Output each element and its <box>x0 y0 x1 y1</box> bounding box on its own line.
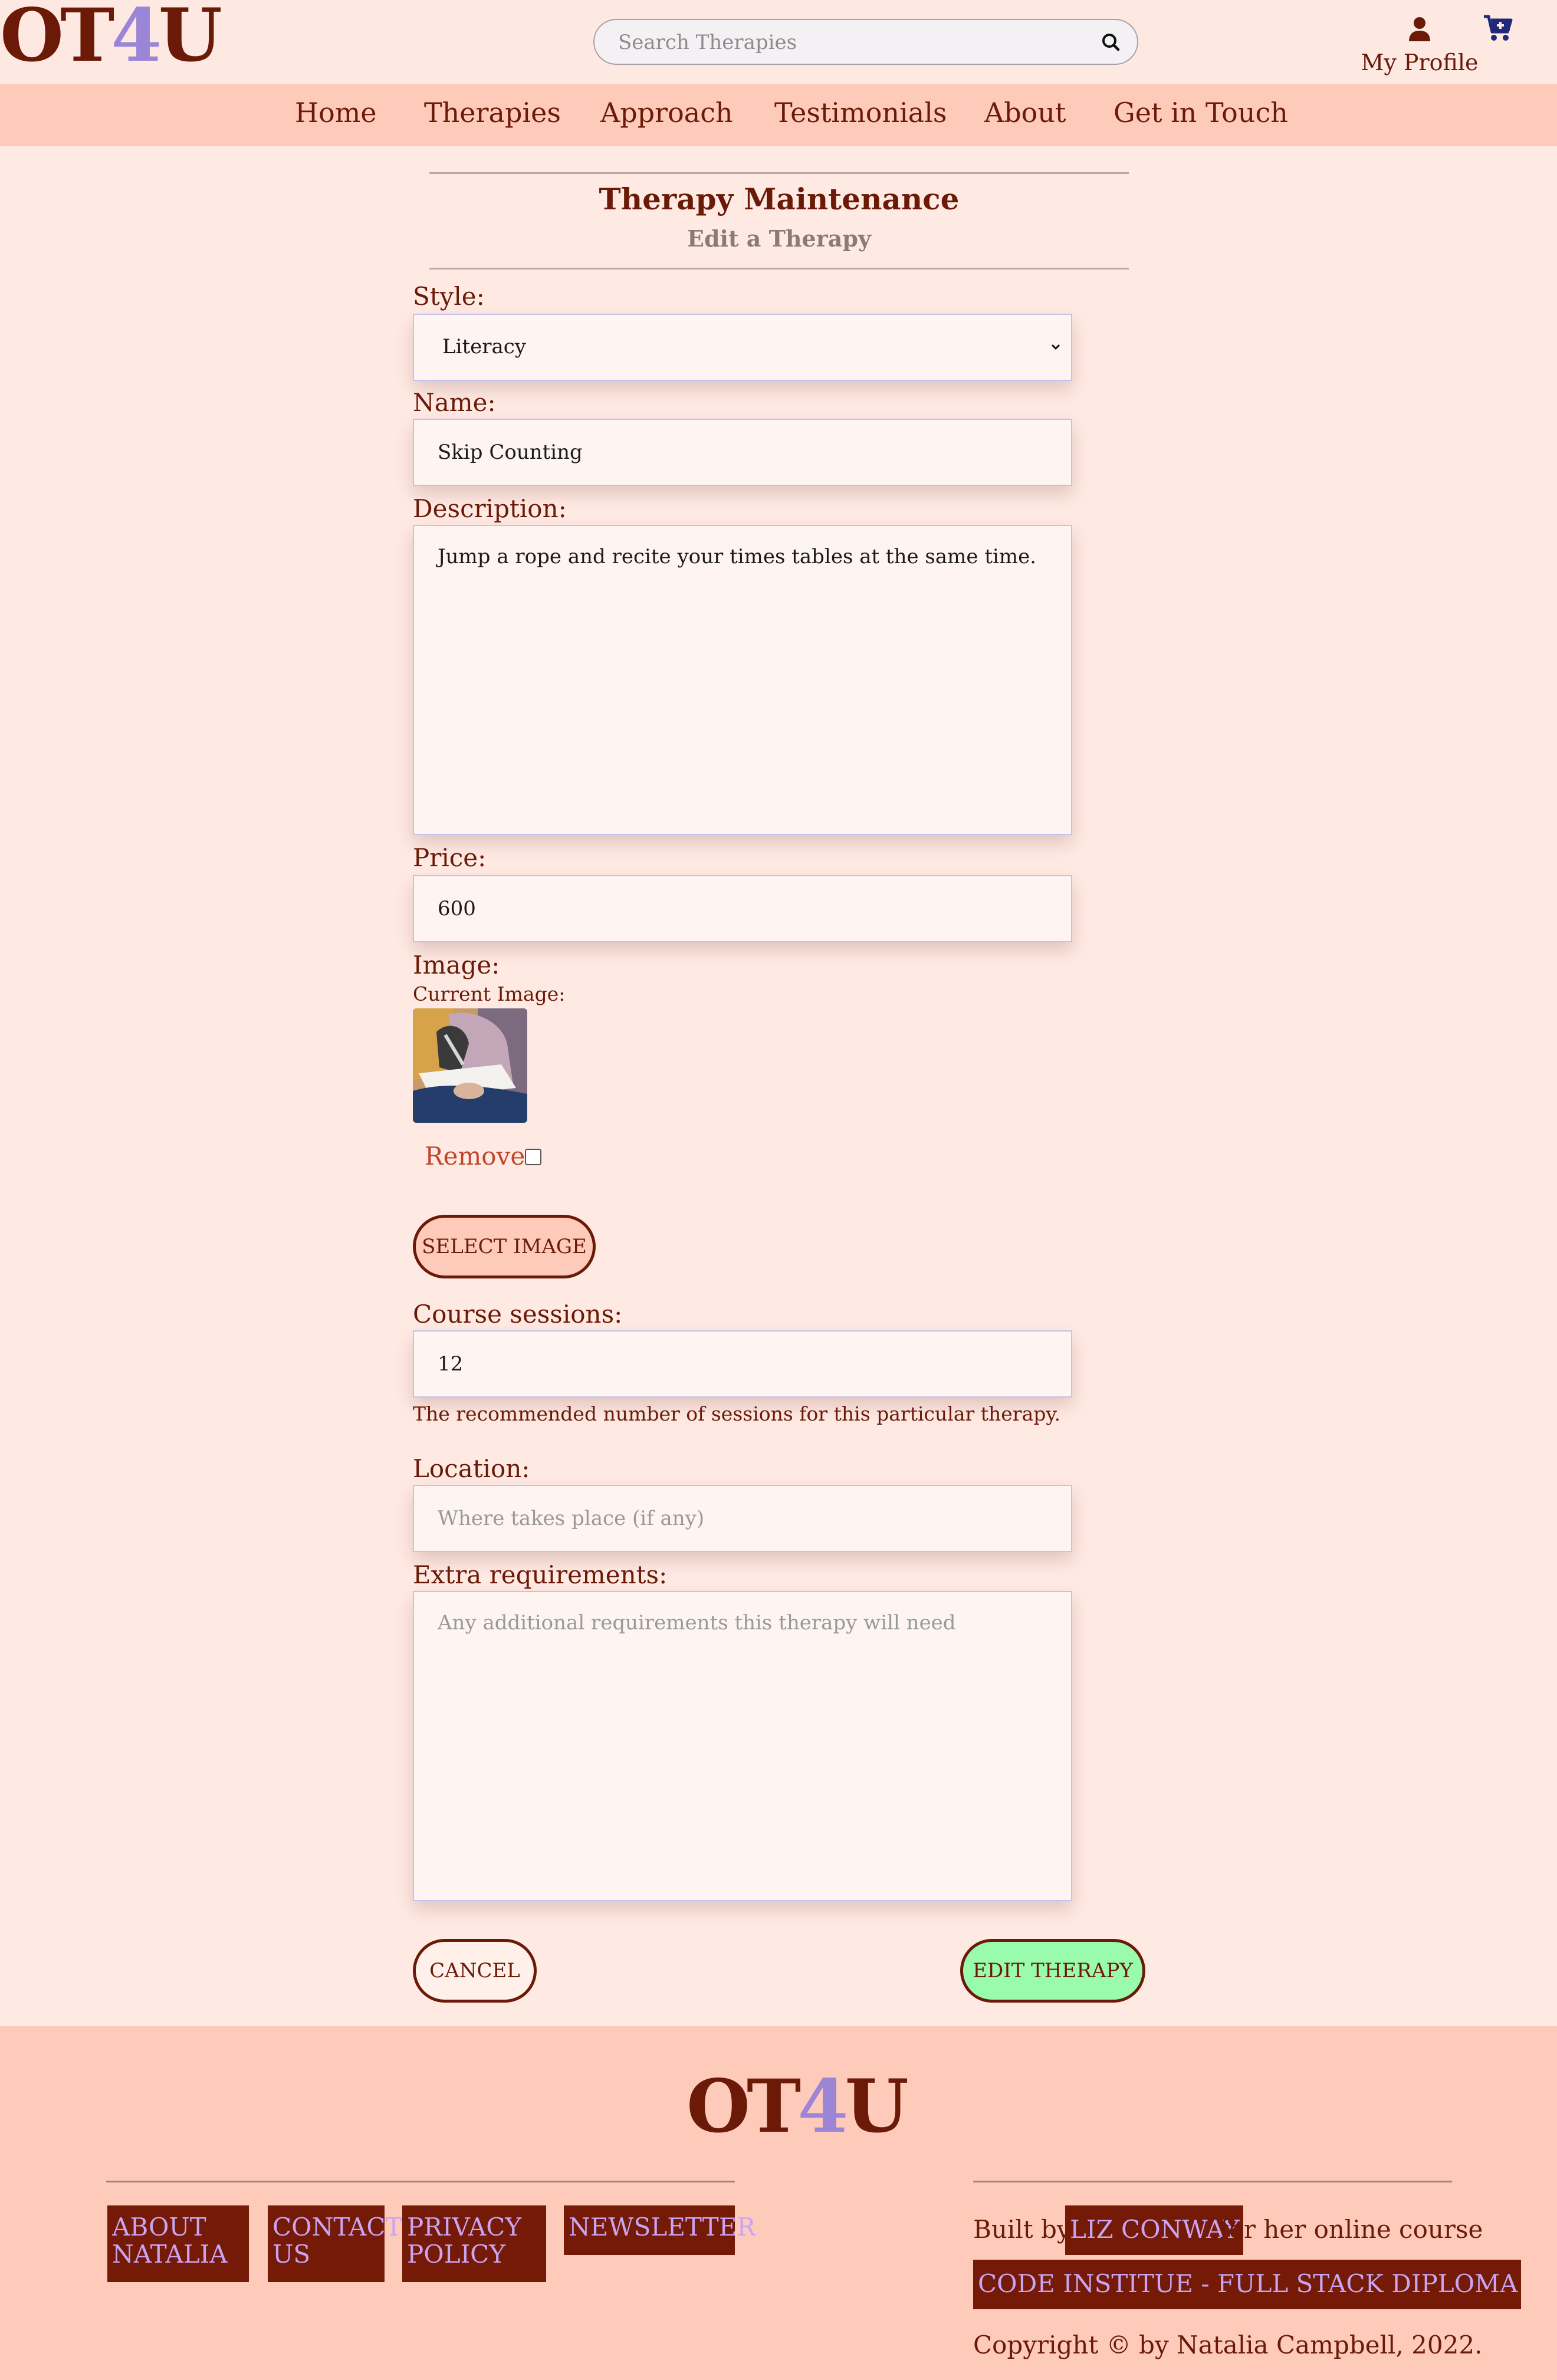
site-header: OT4U My Profile <box>0 0 1557 84</box>
page-title: Therapy Maintenance <box>599 182 960 216</box>
heading-divider-top <box>429 172 1129 174</box>
my-profile-button[interactable]: My Profile <box>1358 11 1482 81</box>
name-input[interactable] <box>414 420 1071 485</box>
footer-divider-right <box>973 2181 1452 2182</box>
style-label: Style: <box>413 282 485 311</box>
select-image-button[interactable]: SELECT IMAGE <box>413 1215 596 1278</box>
current-image-label: Current Image: <box>413 982 566 1005</box>
current-image-thumbnail[interactable] <box>413 1008 527 1123</box>
search-button[interactable] <box>1099 31 1123 54</box>
location-label: Location: <box>413 1454 530 1483</box>
logo-text-u: U <box>158 0 222 78</box>
cart-button[interactable] <box>1482 12 1515 45</box>
style-select-value: Literacy <box>442 335 527 359</box>
nav-home[interactable]: Home <box>295 97 377 129</box>
price-label: Price: <box>413 843 487 872</box>
footer-link-newsletter[interactable]: NEWSLETTER <box>564 2205 755 2255</box>
image-label: Image: <box>413 951 500 979</box>
description-label: Description: <box>413 494 567 523</box>
footer-link-privacy-policy-line2: POLICY <box>407 2240 506 2269</box>
main-nav: Home Therapies Approach Testimonials Abo… <box>0 84 1557 146</box>
nav-about[interactable]: About <box>984 97 1066 129</box>
logo-text-four: 4 <box>111 0 162 78</box>
page-subtitle: Edit a Therapy <box>687 225 871 252</box>
copyright-text: Copyright © by Natalia Campbell, 2022. <box>973 2330 1483 2359</box>
description-textarea[interactable]: Jump a rope and recite your times tables… <box>414 526 1071 834</box>
footer-logo-text-ot: OT <box>686 2064 801 2149</box>
extra-requirements-field-wrapper <box>413 1591 1072 1901</box>
footer-link-about-natalia-line1: ABOUT <box>112 2213 206 2241</box>
nav-therapies[interactable]: Therapies <box>424 97 561 129</box>
course-period: . <box>1436 2267 1444 2296</box>
course-sessions-input[interactable] <box>414 1332 1071 1396</box>
footer-logo[interactable]: OT4U <box>686 2063 909 2151</box>
remove-label: Remove <box>425 1142 525 1171</box>
footer-link-newsletter-line1: NEWSLETTER <box>569 2213 755 2241</box>
course-sessions-field-wrapper <box>413 1330 1072 1398</box>
site-footer: OT4U ABOUT NATALIA CONTACT US PRIVACY PO… <box>0 2026 1557 2380</box>
chevron-down-icon <box>1051 344 1060 350</box>
heading-divider-bottom <box>429 268 1129 269</box>
search-bar <box>593 19 1138 65</box>
nav-approach[interactable]: Approach <box>600 97 733 129</box>
user-icon <box>1409 17 1430 41</box>
search-icon <box>1102 34 1120 51</box>
built-by-text: Built by <box>973 2215 1071 2244</box>
footer-link-contact-us-line2: US <box>272 2240 311 2269</box>
location-field-wrapper <box>413 1485 1072 1552</box>
shopping-cart-icon <box>1484 15 1513 41</box>
footer-divider-left <box>106 2181 735 2182</box>
description-field-wrapper: Jump a rope and recite your times tables… <box>413 525 1072 835</box>
extra-requirements-textarea[interactable] <box>414 1592 1071 1900</box>
nav-get-in-touch[interactable]: Get in Touch <box>1113 97 1288 129</box>
remove-image-checkbox[interactable] <box>525 1149 541 1165</box>
footer-link-about-natalia[interactable]: ABOUT NATALIA <box>107 2205 249 2282</box>
my-profile-label: My Profile <box>1361 50 1479 75</box>
name-label: Name: <box>413 388 496 417</box>
edit-therapy-button[interactable]: EDIT THERAPY <box>960 1939 1145 2003</box>
footer-logo-text-four: 4 <box>797 2064 848 2149</box>
footer-logo-text-u: U <box>845 2064 909 2149</box>
course-sessions-help-text: The recommended number of sessions for t… <box>413 1402 1061 1425</box>
style-select[interactable]: Literacy <box>413 314 1072 381</box>
site-logo[interactable]: OT4U <box>0 0 222 80</box>
footer-link-contact-us[interactable]: CONTACT US <box>268 2205 402 2282</box>
logo-text-ot: OT <box>0 0 114 78</box>
course-sessions-label: Course sessions: <box>413 1300 623 1329</box>
price-field-wrapper <box>413 875 1072 942</box>
nav-testimonials[interactable]: Testimonials <box>774 97 947 129</box>
course-text: for her online course <box>1220 2215 1483 2244</box>
footer-link-privacy-policy[interactable]: PRIVACY POLICY <box>402 2205 546 2282</box>
footer-link-privacy-policy-line1: PRIVACY <box>407 2213 522 2241</box>
location-input[interactable] <box>414 1486 1071 1551</box>
footer-link-contact-us-line1: CONTACT <box>272 2213 402 2241</box>
author-link[interactable]: LIZ CONWAY <box>1065 2205 1243 2255</box>
price-input[interactable] <box>414 876 1071 941</box>
footer-link-about-natalia-line2: NATALIA <box>112 2240 228 2269</box>
cancel-button[interactable]: CANCEL <box>413 1939 537 2003</box>
name-field-wrapper <box>413 419 1072 486</box>
therapy-photo <box>413 1008 527 1123</box>
search-input[interactable] <box>618 27 1078 58</box>
extra-requirements-label: Extra requirements: <box>413 1560 668 1589</box>
